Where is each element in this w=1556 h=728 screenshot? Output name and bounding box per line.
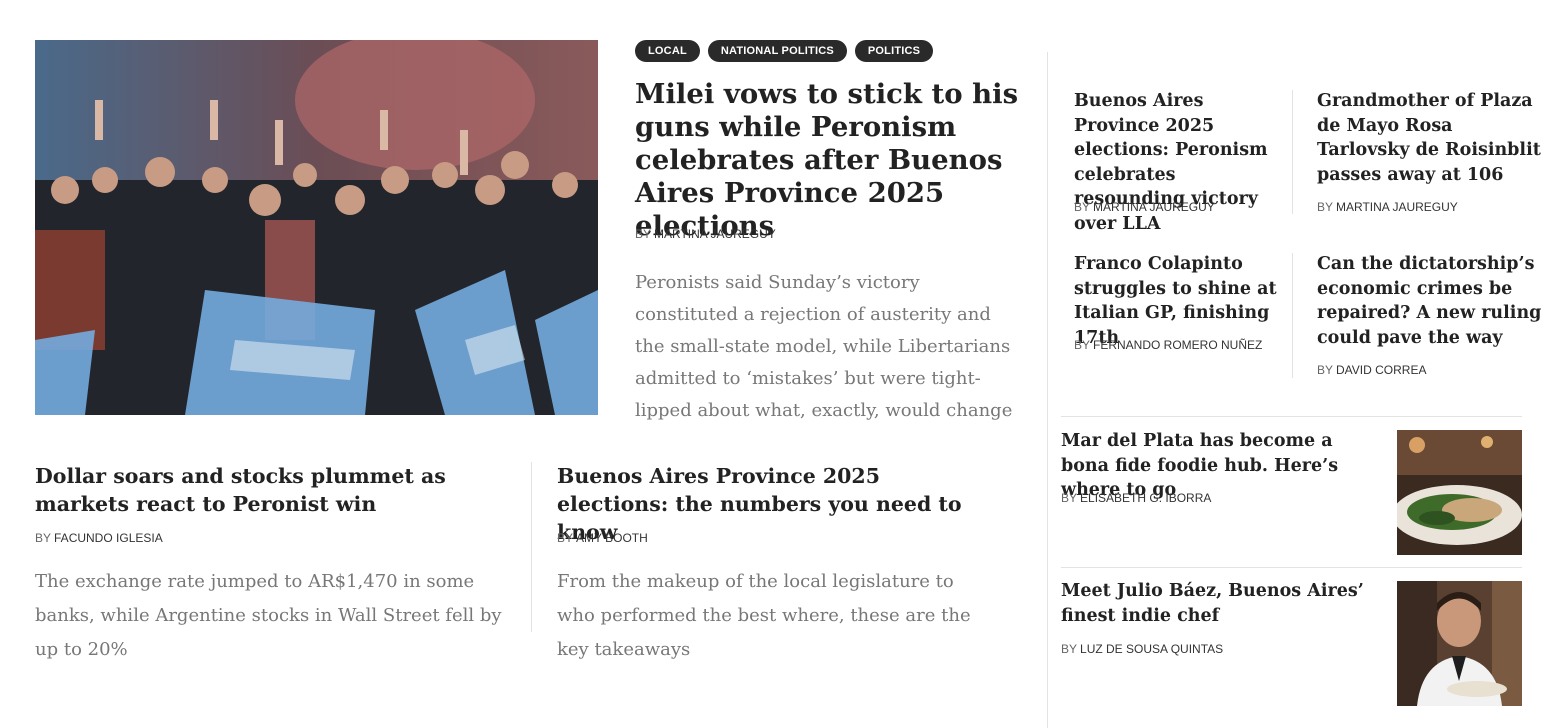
byline-prefix: BY xyxy=(1317,200,1334,214)
lead-article-headline[interactable]: Milei vows to stick to his guns while Pe… xyxy=(635,78,1030,243)
tag-national-politics[interactable]: NATIONAL POLITICS xyxy=(707,40,847,62)
byline-prefix: BY xyxy=(35,531,52,545)
tag-politics[interactable]: POLITICS xyxy=(854,40,934,62)
author-link[interactable]: LUZ DE SOUSA QUINTAS xyxy=(1080,642,1223,656)
author-link[interactable]: MARTINA JAUREGUY xyxy=(1093,200,1215,214)
author-link[interactable]: MARTINA JAUREGUY xyxy=(654,227,776,241)
sidebar-list-byline: BY ELISABETH G. IBORRA xyxy=(1061,491,1211,505)
row-divider xyxy=(1061,567,1522,568)
lead-article-summary: Peronists said Sunday’s victory constitu… xyxy=(635,272,1013,421)
food-plate-photo xyxy=(1397,430,1522,555)
byline-prefix: BY xyxy=(1317,363,1334,377)
sidebar-list-headline[interactable]: Meet Julio Báez, Buenos Aires’ finest in… xyxy=(1061,579,1381,628)
sidebar-article-headline[interactable]: Can the dictatorship’s economic crimes b… xyxy=(1317,252,1542,350)
byline-prefix: BY xyxy=(1061,642,1078,656)
sidebar-article-headline[interactable]: Grandmother of Plaza de Mayo Rosa Tarlov… xyxy=(1317,89,1542,187)
secondary-article-headline[interactable]: Dollar soars and stocks plummet as marke… xyxy=(35,462,535,518)
column-divider xyxy=(1292,90,1293,214)
author-link[interactable]: DAVID CORREA xyxy=(1336,363,1426,377)
column-divider xyxy=(1292,253,1293,378)
column-divider xyxy=(531,462,532,632)
crowd-celebration-photo xyxy=(35,40,598,415)
secondary-article-summary: The exchange rate jumped to AR$1,470 in … xyxy=(35,571,502,660)
tag-local[interactable]: LOCAL xyxy=(635,40,700,62)
lead-byline: BY MARTINA JAUREGUY xyxy=(635,227,776,241)
secondary-article-byline: BY FACUNDO IGLESIA xyxy=(35,531,163,545)
byline-prefix: BY xyxy=(1074,338,1091,352)
byline-prefix: BY xyxy=(1074,200,1091,214)
sidebar-article-byline: BY MARTINA JAUREGUY xyxy=(1074,200,1215,214)
byline-prefix: BY xyxy=(1061,491,1078,505)
sidebar-article-byline: BY DAVID CORREA xyxy=(1317,363,1426,377)
food-plate-thumbnail[interactable] xyxy=(1397,430,1522,555)
author-link[interactable]: FACUNDO IGLESIA xyxy=(54,531,163,545)
author-link[interactable]: MARTINA JAUREGUY xyxy=(1336,200,1458,214)
author-link[interactable]: FERNANDO ROMERO NUÑEZ xyxy=(1093,338,1262,352)
sidebar-article-byline: BY FERNANDO ROMERO NUÑEZ xyxy=(1074,338,1262,352)
author-link[interactable]: ELISABETH G. IBORRA xyxy=(1080,491,1211,505)
author-link[interactable]: AMY BOOTH xyxy=(576,531,648,545)
byline-prefix: BY xyxy=(557,531,574,545)
sidebar-article-headline[interactable]: Franco Colapinto struggles to shine at I… xyxy=(1074,252,1292,350)
byline-prefix: BY xyxy=(635,227,652,241)
lead-tags: LOCAL NATIONAL POLITICS POLITICS xyxy=(635,40,934,62)
chef-portrait-thumbnail[interactable] xyxy=(1397,581,1522,706)
secondary-article-byline: BY AMY BOOTH xyxy=(557,531,648,545)
row-divider xyxy=(1061,416,1522,417)
sidebar-divider xyxy=(1047,52,1048,728)
sidebar-article-byline: BY MARTINA JAUREGUY xyxy=(1317,200,1458,214)
secondary-article-summary: From the makeup of the local legislature… xyxy=(557,571,971,660)
chef-portrait-photo xyxy=(1397,581,1522,706)
lead-article-image[interactable] xyxy=(35,40,598,415)
sidebar-list-byline: BY LUZ DE SOUSA QUINTAS xyxy=(1061,642,1223,656)
